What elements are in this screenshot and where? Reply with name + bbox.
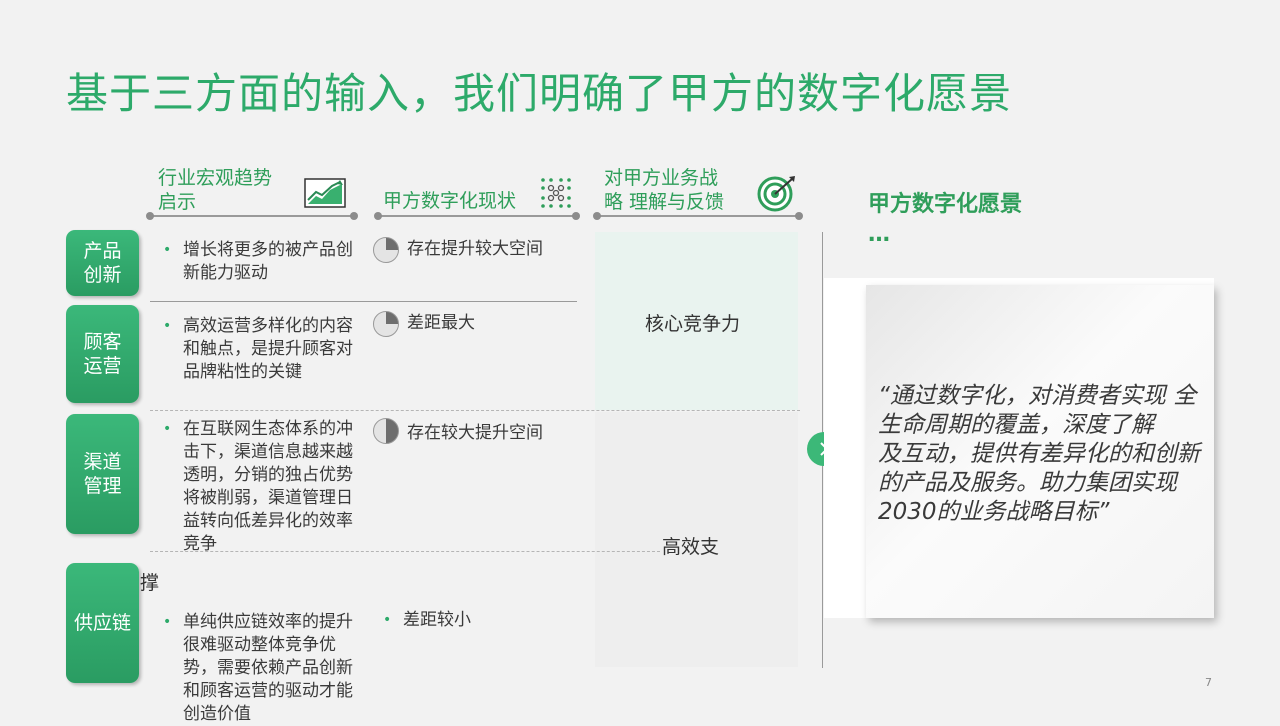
row-tag-line2: 运营	[83, 355, 122, 377]
rule-dot	[795, 212, 803, 220]
trend-text: 高效运营多样化的内容和触点，是提升顾客对品牌粘性的关键	[183, 316, 353, 382]
status-item-channel: 存在较大提升空间	[373, 418, 573, 468]
bullet-icon: •	[383, 612, 392, 628]
row-tag-line1: 顾客	[83, 331, 122, 353]
column-header-feedback-line1: 对甲方业务战	[604, 167, 719, 189]
page-number: 7	[1205, 676, 1212, 689]
vision-heading-text: 甲方数字化愿景	[868, 192, 1023, 217]
pie-quarter-icon	[373, 237, 399, 263]
column-rule-trends	[150, 215, 354, 217]
row-tag-line1: 供应链	[73, 612, 131, 634]
column-header-trends-line1: 行业宏观趋势	[158, 167, 273, 189]
rule-dot	[374, 212, 382, 220]
row-tag-line1: 产品	[83, 240, 122, 262]
status-item-customer: 差距最大	[373, 311, 573, 337]
trend-chart-icon	[304, 178, 346, 208]
column-header-feedback: 对甲方业务战 略 理解与反馈	[604, 166, 724, 214]
column-rule-feedback	[597, 215, 799, 217]
row-tag-line2: 管理	[83, 475, 122, 497]
column-header-feedback-line2: 略 理解与反馈	[604, 191, 725, 213]
pie-quarter-icon	[373, 311, 399, 337]
bullet-icon: •	[163, 421, 172, 437]
trend-text-product: • 增长将更多的被产品创新能力驱动	[163, 239, 355, 285]
target-icon	[757, 174, 797, 212]
trend-text-channel: • 在互联网生态体系的冲击下，渠道信息越来越透明，分销的独占优势将被削弱，渠道管…	[163, 418, 355, 556]
row-tag-customer-operation: 顾客 运营	[66, 305, 139, 403]
vision-quote: “通过数字化，对消费者实现 全生命周期的覆盖，深度了解 及互动，提供有差异化的和…	[878, 383, 1200, 525]
status-text: 差距较小	[403, 610, 471, 630]
row-tag-supply-chain: 供应链	[66, 563, 139, 683]
row-tag-channel-management: 渠道 管理	[66, 414, 139, 534]
feedback-support-label-wrap: 撑	[140, 572, 160, 594]
bullet-icon: •	[163, 318, 172, 334]
trend-text-supply: • 单纯供应链效率的提升很难驱动整体竞争优势，需要依赖产品创新和顾客运营的驱动才…	[163, 611, 355, 726]
feedback-core-label: 核心竞争力	[645, 313, 741, 335]
vision-ellipsis: …	[868, 222, 890, 247]
column-header-status: 甲方数字化现状	[383, 190, 517, 212]
vision-heading: 甲方数字化愿景 …	[868, 190, 1022, 250]
row-separator	[150, 301, 577, 302]
status-text: 差距最大	[407, 313, 475, 333]
row-separator	[150, 410, 800, 411]
trend-text: 单纯供应链效率的提升很难驱动整体竞争优势，需要依赖产品创新和顾客运营的驱动才能创…	[183, 612, 353, 724]
row-tag-line1: 渠道	[83, 451, 122, 473]
column-rule-status	[378, 215, 576, 217]
status-item-product: 存在提升较大空间	[373, 237, 573, 263]
rule-dot	[572, 212, 580, 220]
rule-dot	[350, 212, 358, 220]
network-dots-icon	[539, 176, 573, 210]
page-title: 基于三方面的输入，我们明确了甲方的数字化愿景	[66, 69, 1013, 118]
trend-text-customer: • 高效运营多样化的内容和触点，是提升顾客对品牌粘性的关键	[163, 315, 355, 384]
rule-dot	[146, 212, 154, 220]
pie-half-icon	[373, 418, 399, 444]
column-header-trends-line2: 启示	[158, 191, 197, 213]
trend-text: 在互联网生态体系的冲击下，渠道信息越来越透明，分销的独占优势将被削弱，渠道管理日…	[183, 419, 353, 554]
status-text: 存在较大提升空间	[407, 423, 543, 443]
column-header-trends: 行业宏观趋势 启示	[158, 166, 272, 214]
row-tag-product-innovation: 产品 创新	[66, 230, 139, 296]
rule-dot	[593, 212, 601, 220]
status-text: 存在提升较大空间	[407, 239, 543, 259]
row-tag-line2: 创新	[83, 264, 122, 286]
feedback-support-label: 高效支	[662, 536, 720, 558]
bullet-icon: •	[163, 242, 172, 258]
trend-text: 增长将更多的被产品创新能力驱动	[183, 240, 353, 283]
bullet-icon: •	[163, 614, 172, 630]
